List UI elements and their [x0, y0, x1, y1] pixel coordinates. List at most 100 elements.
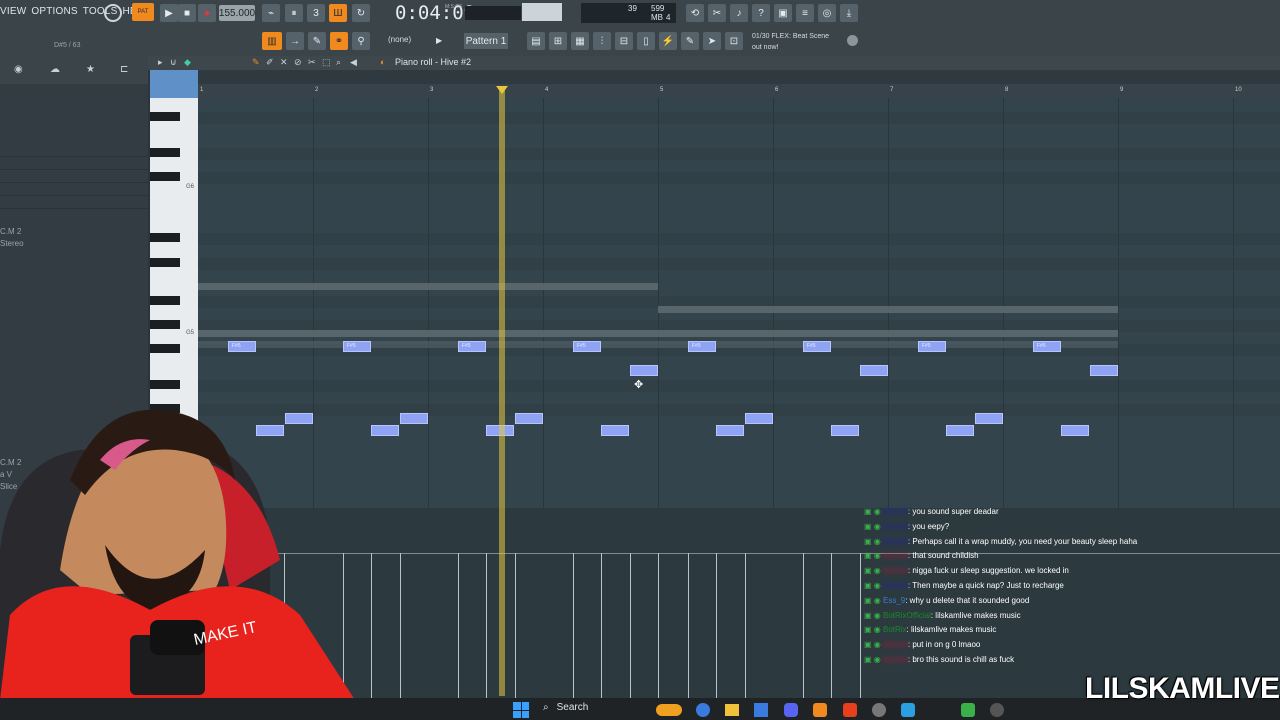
black-key[interactable] — [150, 320, 180, 329]
play-pattern-icon[interactable]: ▶ — [436, 36, 442, 45]
fl-studio-icon[interactable] — [813, 703, 827, 717]
pattern-selector[interactable]: Pattern 1 — [464, 33, 508, 49]
note[interactable]: F#5 — [228, 341, 256, 352]
browser-row[interactable] — [0, 144, 148, 157]
piano-roll-icon[interactable]: ▥ — [262, 32, 282, 50]
plug-icon[interactable]: ⚡ — [659, 32, 677, 50]
widget-icon[interactable] — [656, 704, 682, 716]
menu-view[interactable]: VIEW — [0, 6, 26, 17]
browser-row[interactable] — [0, 183, 148, 196]
app-4k-icon[interactable] — [990, 703, 1004, 717]
black-key[interactable] — [150, 296, 180, 305]
paint-icon[interactable]: ✐ — [266, 57, 274, 68]
slice-icon[interactable]: ✂ — [308, 57, 316, 68]
velocity-stem[interactable] — [860, 553, 861, 698]
cloud-icon[interactable]: ☁ — [50, 64, 60, 75]
note[interactable]: F#5 — [1033, 341, 1061, 352]
help-icon[interactable]: ? — [752, 4, 770, 22]
news-icon[interactable] — [847, 35, 858, 46]
mixer-icon[interactable]: ≡ — [796, 4, 814, 22]
lock-icon[interactable]: ⊡ — [725, 32, 743, 50]
velocity-stem[interactable] — [658, 553, 659, 698]
velocity-stem[interactable] — [458, 553, 459, 698]
note[interactable] — [601, 425, 629, 436]
playback-icon[interactable]: ◀ — [350, 57, 357, 68]
velocity-stem[interactable] — [745, 553, 746, 698]
velocity-stem[interactable] — [688, 553, 689, 698]
note[interactable] — [1061, 425, 1089, 436]
velocity-stem[interactable] — [400, 553, 401, 698]
discord-icon[interactable] — [784, 703, 798, 717]
select-icon[interactable]: ⬚ — [322, 57, 331, 68]
black-key[interactable] — [150, 112, 180, 121]
save-icon[interactable]: ▣ — [774, 4, 792, 22]
step-edit-icon[interactable]: Ш — [329, 4, 347, 22]
note[interactable]: F#5 — [918, 341, 946, 352]
note[interactable] — [515, 413, 543, 424]
arrow-icon[interactable]: → — [286, 32, 304, 50]
record-button[interactable]: ● — [198, 4, 216, 22]
browser-row[interactable] — [0, 157, 148, 170]
snap-select[interactable]: (none) — [388, 35, 411, 44]
note[interactable] — [946, 425, 974, 436]
note[interactable] — [716, 425, 744, 436]
fader-icon[interactable]: ⫶ — [593, 32, 611, 50]
brave-icon[interactable] — [843, 703, 857, 717]
loop-record-icon[interactable]: ↻ — [352, 4, 370, 22]
play-button[interactable]: ▶ — [160, 4, 178, 22]
wait-icon[interactable]: ⏸ — [285, 4, 303, 22]
velocity-stem[interactable] — [716, 553, 717, 698]
note[interactable] — [1090, 365, 1118, 376]
send-icon[interactable]: ➤ — [703, 32, 721, 50]
black-key[interactable] — [150, 172, 180, 181]
note[interactable]: F#5 — [573, 341, 601, 352]
plugin-icon[interactable]: ▯ — [637, 32, 655, 50]
telegram-icon[interactable] — [901, 703, 915, 717]
menu-arrow-icon[interactable]: ▸ — [158, 57, 163, 68]
settings-icon[interactable] — [872, 703, 886, 717]
note[interactable] — [745, 413, 773, 424]
pattern-song-toggle[interactable]: PAT — [132, 3, 154, 21]
metronome-icon[interactable]: ⌁ — [262, 4, 280, 22]
stamp-icon[interactable]: ⚲ — [352, 32, 370, 50]
chat-icon[interactable]: ◎ — [818, 4, 836, 22]
black-key[interactable] — [150, 233, 180, 242]
black-key[interactable] — [150, 258, 180, 267]
note[interactable] — [400, 413, 428, 424]
note[interactable] — [371, 425, 399, 436]
velocity-stem[interactable] — [371, 553, 372, 698]
browser-row[interactable] — [0, 170, 148, 183]
velocity-stem[interactable] — [803, 553, 804, 698]
delete-icon[interactable]: ✕ — [280, 57, 288, 68]
note[interactable]: F#5 — [688, 341, 716, 352]
link-icon[interactable]: ⚭ — [330, 32, 348, 50]
tools-icon[interactable]: ✎ — [681, 32, 699, 50]
note[interactable] — [860, 365, 888, 376]
note[interactable] — [630, 365, 658, 376]
cut-icon[interactable]: ✂ — [708, 4, 726, 22]
playhead-marker-icon[interactable] — [496, 86, 508, 94]
velocity-stem[interactable] — [573, 553, 574, 698]
knob-icon[interactable] — [104, 4, 122, 22]
star-icon[interactable]: ★ — [86, 64, 95, 75]
tempo-display[interactable]: 155.000 — [219, 5, 255, 21]
windows-start-icon[interactable] — [513, 702, 529, 718]
timeline-ruler[interactable]: 1 2 3 4 5 6 7 8 9 10 — [198, 84, 1280, 98]
note[interactable] — [975, 413, 1003, 424]
pencil-icon[interactable]: ✎ — [308, 32, 326, 50]
magnet-icon[interactable]: ⊍ — [170, 57, 177, 68]
black-key[interactable] — [150, 148, 180, 157]
store-icon[interactable] — [754, 703, 768, 717]
file-explorer-icon[interactable] — [725, 704, 739, 716]
zoom-icon[interactable]: ⌕ — [336, 57, 341, 68]
song-time[interactable]: 0:04:09 — [395, 2, 475, 24]
playhead[interactable] — [496, 86, 508, 696]
mic-icon[interactable]: ♪ — [730, 4, 748, 22]
note[interactable]: F#5 — [803, 341, 831, 352]
menu-options[interactable]: OPTIONS — [31, 6, 77, 17]
playlist-icon[interactable]: ▦ — [571, 32, 589, 50]
countdown-icon[interactable]: 3 — [307, 4, 325, 22]
browser-row[interactable] — [0, 196, 148, 209]
browser-icon[interactable]: ⊟ — [615, 32, 633, 50]
velocity-stem[interactable] — [515, 553, 516, 698]
